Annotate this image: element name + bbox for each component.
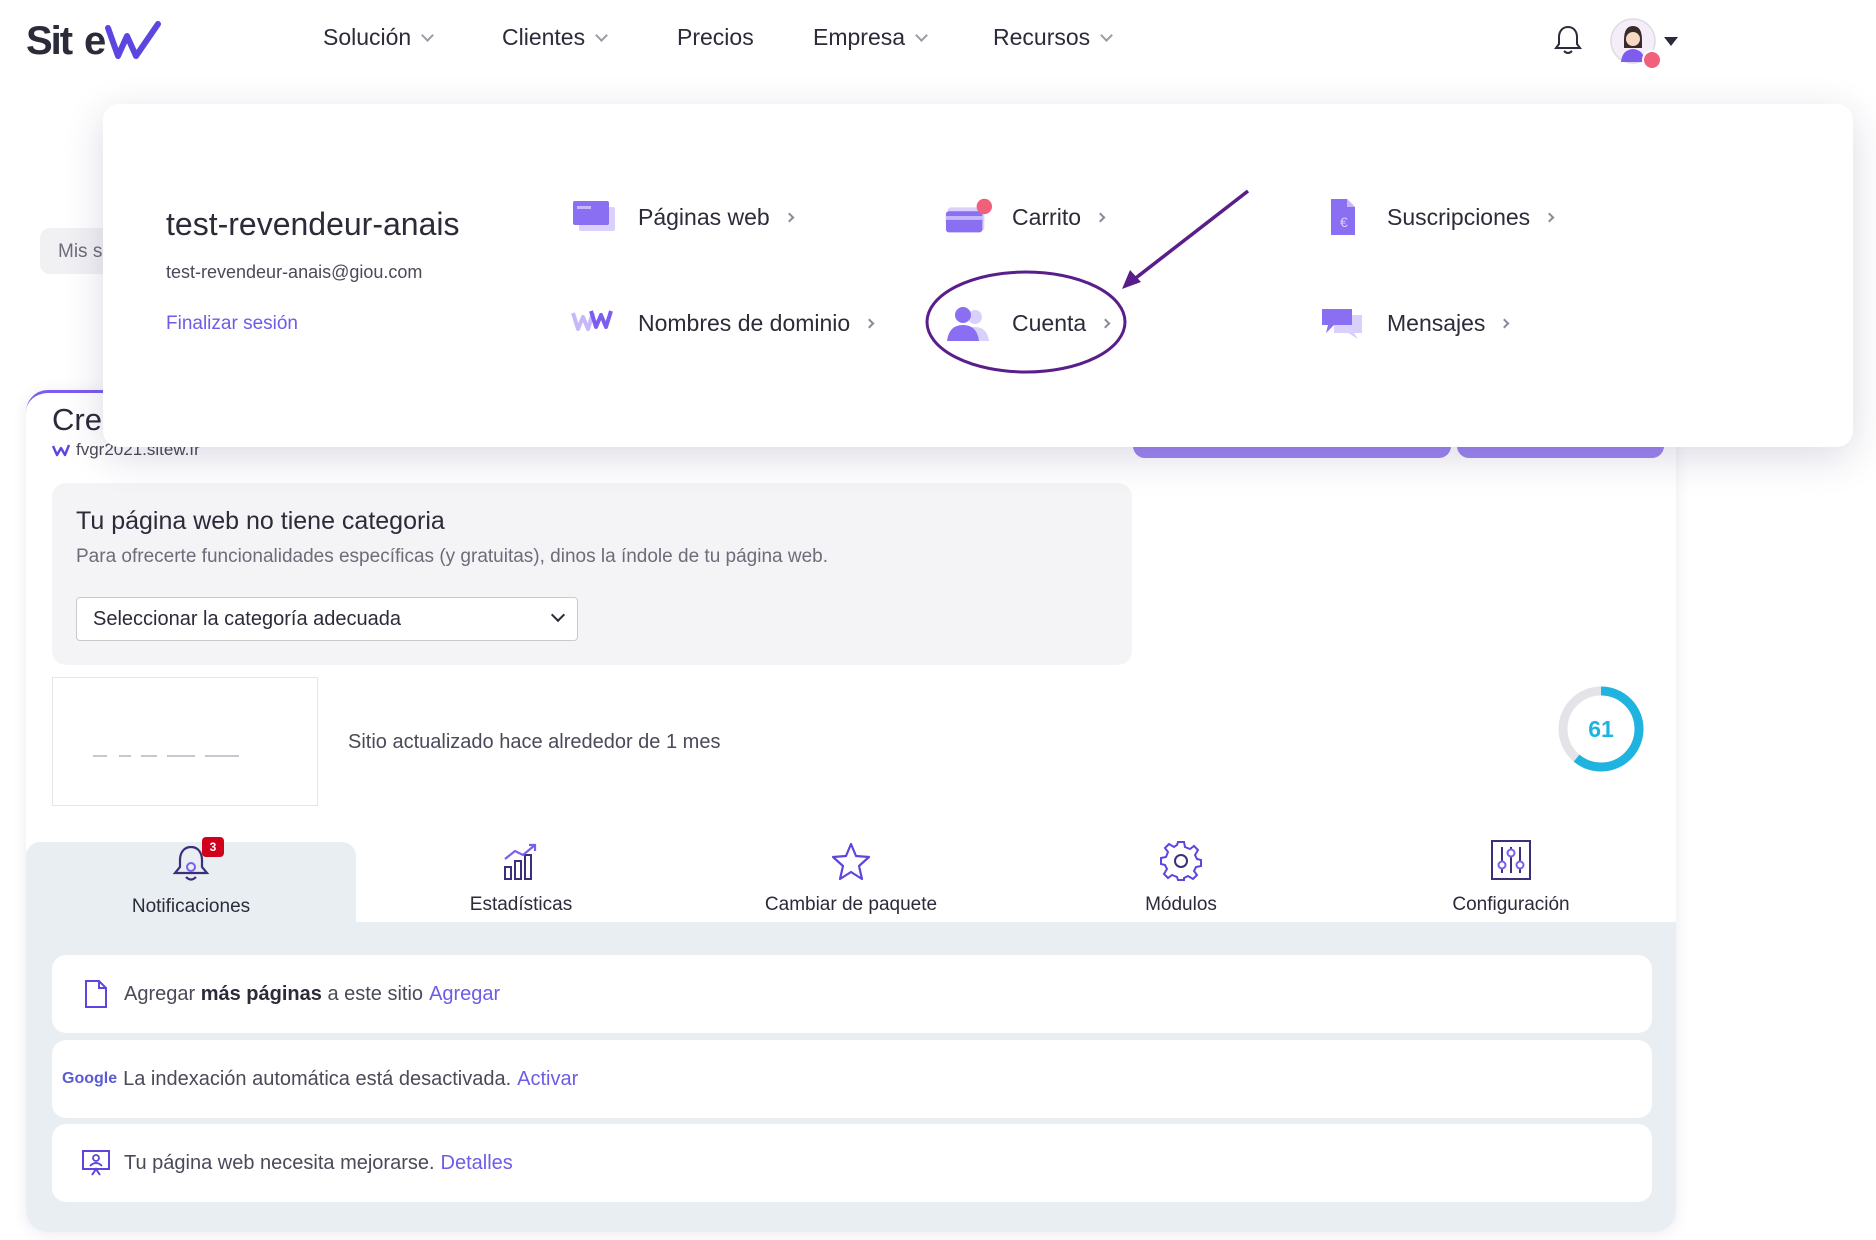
tab-configuracion[interactable]: Configuración (1346, 839, 1676, 922)
tab-estadisticas[interactable]: Estadísticas (356, 842, 686, 922)
details-link[interactable]: Detalles (441, 1152, 513, 1175)
avatar (1610, 18, 1662, 70)
messages-icon (1319, 303, 1367, 343)
chevron-right-icon (1544, 212, 1555, 222)
category-description: Para ofrecerte funcionalidades específic… (76, 546, 829, 567)
menu-label: Mensajes (1387, 309, 1486, 336)
logout-link[interactable]: Finalizar sesión (166, 313, 298, 335)
tab-label: Cambiar de paquete (764, 894, 938, 915)
nav-label: Solución (323, 24, 412, 50)
cart-card-icon (944, 197, 992, 237)
notification-indexing: Google La indexación automática está des… (52, 1040, 1652, 1118)
menu-label: Suscripciones (1387, 203, 1531, 230)
chevron-down-icon (421, 28, 435, 42)
menu-suscripciones[interactable]: € Suscripciones (1319, 197, 1555, 237)
tab-label: Módulos (1145, 894, 1217, 915)
star-icon (831, 841, 871, 886)
top-navigation: Sit e Solución Clientes Precios Empresa … (0, 0, 1876, 80)
notification-text-bold: más páginas (200, 982, 322, 1005)
sitew-logo[interactable]: Sit e (26, 16, 166, 64)
thumb-logo-line (93, 755, 107, 757)
notification-count-badge: 3 (202, 837, 224, 857)
user-menu[interactable] (1610, 18, 1678, 70)
menu-cuenta[interactable]: Cuenta (944, 303, 1111, 343)
sitew-logo-mark: Sit e (26, 19, 161, 62)
add-pages-link[interactable]: Agregar (429, 983, 500, 1006)
nav-recursos[interactable]: Recursos (993, 24, 1114, 51)
nav-label: Recursos (993, 24, 1091, 50)
nav-solucion[interactable]: Solución (323, 24, 435, 51)
notification-text: Tu página web necesita mejorarse. (124, 1151, 435, 1174)
chevron-down-icon (915, 28, 928, 42)
nav-precios[interactable]: Precios (677, 24, 754, 51)
google-icon: Google (62, 1070, 118, 1087)
notifications-bell-icon[interactable] (1553, 24, 1583, 61)
notification-add-pages: Agregar más páginas a este sitio Agregar (52, 955, 1652, 1033)
subscription-doc-icon: € (1319, 197, 1367, 237)
chevron-down-icon (595, 28, 608, 42)
notification-improve: Tu página web necesita mejorarse. Detall… (52, 1124, 1652, 1202)
svg-text:€: € (1340, 214, 1348, 230)
chevron-right-icon (864, 318, 875, 328)
thumb-menu-line (167, 755, 195, 757)
chevron-right-icon (1100, 318, 1111, 328)
thumb-menu-line (119, 755, 131, 757)
notification-text-post: a este sitio (321, 982, 424, 1005)
tab-modulos[interactable]: Módulos (1016, 839, 1346, 922)
tab-label: Notificaciones (131, 896, 251, 917)
account-email: test-revendeur-anais@giou.com (166, 262, 423, 282)
menu-label: Cuenta (1012, 309, 1087, 336)
notification-text: La indexación automática está desactivad… (123, 1067, 512, 1090)
nav-label: Empresa (813, 24, 906, 50)
menu-carrito[interactable]: Carrito (944, 197, 1106, 237)
page-icon (76, 979, 116, 1009)
nav-empresa[interactable]: Empresa (813, 24, 928, 51)
pages-icon (570, 197, 618, 237)
menu-mensajes[interactable]: Mensajes (1319, 303, 1510, 343)
category-select[interactable]: Seleccionar la categoría adecuada (76, 597, 578, 641)
nav-label: Precios (677, 24, 754, 50)
site-updated-text: Sitio actualizado hace alrededor de 1 me… (348, 731, 721, 753)
account-user-icon (944, 303, 992, 343)
bell-icon: 3 (170, 837, 224, 888)
tab-label: Estadísticas (469, 894, 573, 915)
activate-indexing-link[interactable]: Activar (517, 1068, 578, 1091)
account-username: test-revendeur-anais (166, 206, 460, 242)
gear-icon (1160, 839, 1202, 886)
score-value: 61 (1588, 716, 1614, 742)
tab-label: Configuración (1452, 894, 1570, 915)
sliders-icon (1490, 839, 1532, 886)
domain-www-icon (570, 303, 618, 343)
site-score-gauge[interactable]: 61 (1556, 684, 1646, 779)
thumb-menu-line (141, 755, 157, 757)
site-card-title: Cre (52, 402, 102, 437)
nav-clientes[interactable]: Clientes (502, 24, 608, 51)
tab-notificaciones[interactable]: 3 Notificaciones (26, 837, 356, 924)
nav-label: Clientes (502, 24, 586, 50)
thumb-menu-line (205, 755, 239, 757)
menu-label: Carrito (1012, 203, 1082, 230)
menu-label: Nombres de dominio (638, 309, 851, 336)
chevron-down-icon (550, 607, 566, 623)
chevron-right-icon (784, 212, 795, 222)
monitor-icon (76, 1149, 116, 1177)
notification-text-pre: Agregar (124, 982, 201, 1005)
menu-paginas-web[interactable]: Páginas web (570, 197, 795, 237)
site-thumbnail[interactable] (52, 677, 318, 806)
caret-down-icon (1664, 36, 1678, 46)
svg-text:Sit: Sit (26, 19, 73, 62)
category-title: Tu página web no tiene categoria (76, 507, 445, 535)
chevron-right-icon (1095, 212, 1106, 222)
sitew-w-icon (52, 444, 70, 457)
menu-nombres-dominio[interactable]: Nombres de dominio (570, 303, 875, 343)
chevron-right-icon (1499, 318, 1510, 328)
tab-cambiar-paquete[interactable]: Cambiar de paquete (686, 842, 1016, 922)
svg-text:e: e (84, 19, 106, 62)
chart-icon (501, 841, 541, 886)
category-select-value: Seleccionar la categoría adecuada (93, 608, 401, 630)
avatar-status-dot (1642, 50, 1662, 70)
menu-label: Páginas web (638, 203, 770, 230)
chevron-down-icon (1100, 28, 1114, 42)
